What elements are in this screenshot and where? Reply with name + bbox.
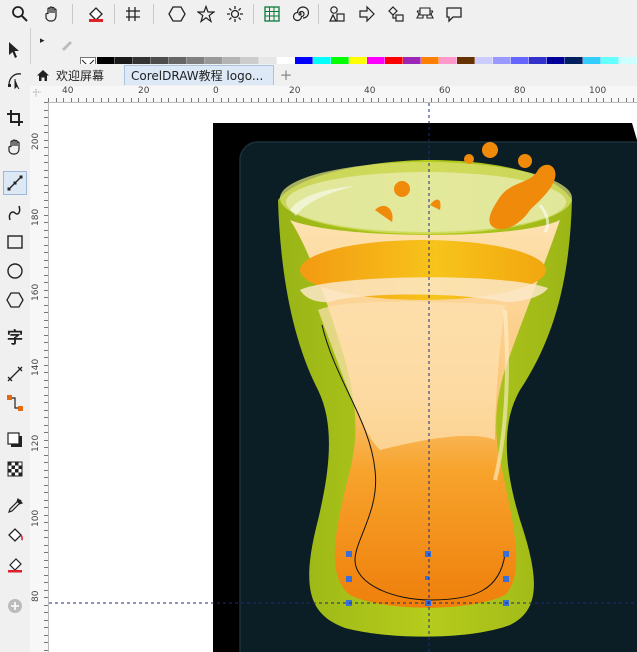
rectangle-tool-icon[interactable]: [3, 230, 27, 254]
callout-icon[interactable]: [442, 2, 466, 26]
add-tool-icon[interactable]: [3, 594, 27, 618]
ruler-label: 200: [31, 132, 41, 150]
shapes-icon[interactable]: [325, 2, 349, 26]
banner-icon[interactable]: [413, 2, 437, 26]
artwork: [49, 103, 637, 652]
polygon-tool-icon[interactable]: [3, 288, 27, 312]
ruler-label: 40: [364, 86, 376, 96]
tab-document-label: CorelDRAW教程 logo...: [131, 69, 264, 83]
smart-fill-icon[interactable]: [3, 552, 27, 576]
snap-grid-icon[interactable]: [121, 2, 145, 26]
interactive-fill-icon[interactable]: [3, 523, 27, 547]
gear-star-icon[interactable]: [223, 2, 247, 26]
arrow-shape-icon[interactable]: [355, 2, 379, 26]
color-palette: ▸: [0, 28, 637, 90]
transparency-icon[interactable]: [3, 457, 27, 481]
ruler-label: 60: [439, 86, 451, 96]
ruler-origin[interactable]: [30, 86, 49, 103]
ruler-label: 140: [31, 358, 41, 376]
drawing-canvas[interactable]: [49, 103, 637, 652]
ruler-label: 120: [31, 434, 41, 452]
ruler-label: 100: [31, 509, 41, 527]
ruler-label: 80: [31, 590, 41, 602]
artistic-media-icon[interactable]: [3, 201, 27, 225]
standard-toolbar: [0, 0, 637, 29]
crop-tool-icon[interactable]: [3, 106, 27, 130]
ruler-label: 20: [138, 86, 150, 96]
add-tab-button[interactable]: +: [276, 65, 296, 85]
horizontal-ruler[interactable]: 40 20 0 20 40 60 80 100: [48, 86, 637, 103]
text-tool-icon[interactable]: 字: [3, 324, 27, 348]
freehand-tool-icon[interactable]: [3, 171, 27, 195]
ruler-label: 0: [213, 86, 219, 96]
ellipse-tool-icon[interactable]: [3, 259, 27, 283]
palette-expand-arrow-icon[interactable]: ▸: [40, 36, 45, 46]
document-tabs: 欢迎屏幕 CorelDRAW教程 logo... +: [30, 64, 637, 87]
pan-hand-icon[interactable]: [40, 2, 64, 26]
home-icon: [36, 69, 50, 82]
table-icon[interactable]: [260, 2, 284, 26]
ruler-label: 40: [62, 86, 74, 96]
pen-icon: [60, 36, 74, 51]
vertical-ruler[interactable]: 200 180 160 140 120 100 80: [30, 102, 49, 652]
toolbox: 字: [0, 28, 31, 652]
drop-shadow-icon[interactable]: [3, 428, 27, 452]
spiral-icon[interactable]: [288, 2, 312, 26]
ruler-label: 160: [31, 283, 41, 301]
pick-tool-icon[interactable]: [3, 38, 27, 62]
hexagon-icon[interactable]: [165, 2, 189, 26]
ruler-label: 180: [31, 208, 41, 226]
pan-tool-icon[interactable]: [3, 135, 27, 159]
tab-document[interactable]: CorelDRAW教程 logo...: [124, 65, 274, 85]
zoom-icon[interactable]: [8, 2, 32, 26]
fill-icon[interactable]: [84, 2, 108, 26]
eyedropper-icon[interactable]: [3, 494, 27, 518]
flowchart-icon[interactable]: [384, 2, 408, 26]
star-icon[interactable]: [194, 2, 218, 26]
tab-welcome-label: 欢迎屏幕: [56, 68, 105, 83]
shape-tool-icon[interactable]: [3, 68, 27, 92]
ruler-label: 100: [589, 86, 607, 96]
dimension-tool-icon[interactable]: [3, 362, 27, 386]
tab-welcome[interactable]: 欢迎屏幕: [30, 65, 124, 85]
connector-tool-icon[interactable]: [3, 391, 27, 415]
ruler-label: 20: [289, 86, 301, 96]
ruler-label: 80: [514, 86, 526, 96]
